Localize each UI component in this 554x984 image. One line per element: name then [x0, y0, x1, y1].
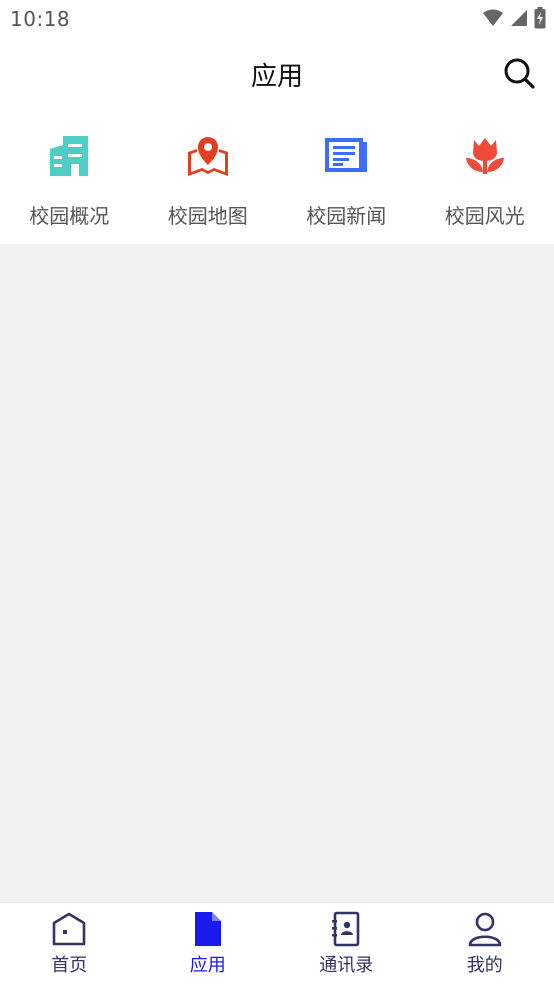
nav-label: 首页 — [51, 955, 88, 976]
nav-item-home[interactable]: 首页 — [0, 903, 139, 984]
nav-item-mine[interactable]: 我的 — [416, 903, 554, 984]
wifi-icon — [483, 9, 503, 26]
app-item-campus-overview[interactable]: 校园概况 — [0, 112, 139, 244]
app-item-campus-scenery[interactable]: 校园风光 — [416, 112, 554, 244]
nav-item-apps[interactable]: 应用 — [139, 903, 278, 984]
nav-label: 通讯录 — [319, 955, 374, 976]
app-label: 校园地图 — [167, 204, 248, 228]
title-bar: 应用 — [0, 38, 554, 112]
app-item-campus-news[interactable]: 校园新闻 — [277, 112, 416, 244]
status-bar: 10:18 — [0, 0, 554, 38]
search-button[interactable] — [502, 56, 538, 92]
nav-label: 我的 — [466, 955, 503, 976]
page-title: 应用 — [250, 62, 303, 92]
app-screen: 10:18 应用 校园概况 校园地图 校园新闻 校园风光 首页 应用 通讯录 我… — [0, 0, 554, 984]
home-icon — [51, 911, 87, 947]
status-time: 10:18 — [10, 7, 71, 31]
battery-charging-icon — [534, 7, 546, 29]
building-icon — [44, 130, 94, 180]
search-icon — [504, 58, 535, 89]
status-icons — [482, 7, 546, 29]
app-label: 校园风光 — [444, 204, 525, 228]
app-label: 校园概况 — [29, 204, 110, 228]
cellular-signal-icon — [511, 10, 527, 26]
contacts-book-icon — [328, 911, 364, 947]
content-area — [0, 244, 554, 902]
app-grid: 校园概况 校园地图 校园新闻 校园风光 — [0, 112, 554, 244]
bottom-nav: 首页 应用 通讯录 我的 — [0, 902, 554, 984]
user-icon — [467, 911, 503, 947]
tulip-icon — [460, 130, 510, 180]
nav-item-contacts[interactable]: 通讯录 — [277, 903, 416, 984]
document-icon — [190, 911, 226, 947]
nav-label: 应用 — [189, 955, 226, 976]
app-label: 校园新闻 — [306, 204, 387, 228]
app-item-campus-map[interactable]: 校园地图 — [139, 112, 278, 244]
newspaper-icon — [321, 130, 371, 180]
map-pin-icon — [183, 130, 233, 180]
